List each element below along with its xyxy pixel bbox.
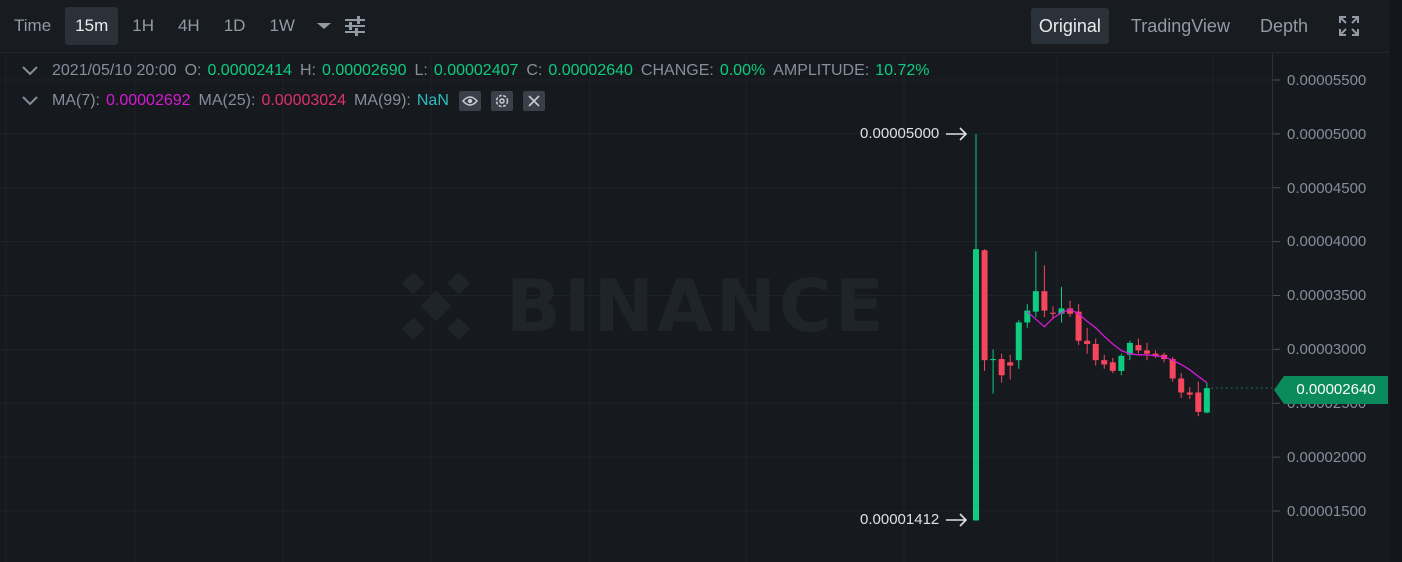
candle-body [1015, 322, 1022, 361]
candle-body [1169, 359, 1176, 379]
legend-low-value: 0.00002407 [433, 62, 519, 79]
ma7-value: 0.00002692 [106, 92, 191, 109]
scrollbar-track[interactable] [1390, 0, 1402, 562]
close-icon[interactable] [522, 91, 545, 111]
interval-1w[interactable]: 1W [259, 7, 305, 45]
price-axis-label: 0.00002000 [1287, 449, 1367, 466]
candle-body [1203, 388, 1210, 413]
price-axis-label: 0.00004500 [1287, 180, 1367, 197]
watermark-text: BINANCE [506, 264, 887, 348]
fullscreen-icon[interactable] [1338, 15, 1360, 37]
candle-body [1186, 392, 1193, 395]
price-axis-label: 0.00003000 [1287, 341, 1367, 358]
candle-body [1101, 360, 1108, 365]
candle-body [981, 250, 988, 361]
legend-high-label: H: [299, 62, 316, 79]
low-extreme-label: 0.00001412 [860, 511, 940, 528]
legend-change-value: 0.00% [719, 62, 766, 79]
ma25-value: 0.00003024 [261, 92, 346, 109]
candle-body [1084, 340, 1091, 344]
legend-low-label: L: [414, 62, 428, 79]
price-axis-label: 0.00005500 [1287, 72, 1367, 89]
binance-watermark: BINANCE [388, 258, 887, 354]
legend-close-value: 0.00002640 [548, 62, 633, 79]
price-axis-label: 0.00005000 [1287, 126, 1367, 143]
high-extreme-marker: 0.00005000 [860, 125, 969, 142]
interval-1h[interactable]: 1H [122, 7, 164, 45]
price-axis-label: 0.00001500 [1287, 503, 1367, 520]
legend-open-label: O: [184, 62, 202, 79]
interval-1d[interactable]: 1D [214, 7, 256, 45]
ma7-line [1026, 308, 1208, 384]
current-price-tag: 0.00002640 [1284, 376, 1388, 404]
view-switcher: Original TradingView Depth [1017, 7, 1390, 45]
price-axis-label: 0.00003500 [1287, 287, 1367, 304]
candle-body [973, 249, 979, 521]
candle-body [1092, 343, 1099, 361]
legend-change-label: CHANGE: [640, 62, 714, 79]
settings-gear-icon[interactable] [490, 91, 513, 111]
chart-toolbar: Time 15m 1H 4H 1D 1W Original TradingVie… [0, 0, 1390, 53]
legend-amplitude-value: 10.72% [875, 62, 930, 79]
legend-high-value: 0.00002690 [321, 62, 407, 79]
interval-15m[interactable]: 15m [65, 7, 119, 45]
view-depth[interactable]: Depth [1252, 8, 1316, 44]
view-original[interactable]: Original [1030, 8, 1109, 44]
current-price-tag-arrow [1274, 376, 1284, 404]
eye-icon[interactable] [458, 91, 481, 111]
collapse-ma-chevron-icon[interactable] [22, 93, 38, 109]
arrow-right-icon [946, 126, 968, 141]
candle-body [1032, 291, 1039, 312]
price-axis-label: 0.00004000 [1287, 233, 1367, 250]
high-extreme-label: 0.00005000 [860, 125, 940, 142]
candle-body [990, 359, 997, 361]
arrow-right-icon [946, 512, 968, 527]
candle-body [1041, 291, 1048, 311]
ohlc-legend: 2021/05/10 20:00 O: 0.00002414 H: 0.0000… [22, 62, 929, 80]
candle-body [1118, 355, 1125, 371]
binance-logo-icon [402, 272, 470, 340]
low-extreme-marker: 0.00001412 [860, 511, 969, 528]
legend-open-value: 0.00002414 [207, 62, 292, 79]
legend-close-label: C: [526, 62, 543, 79]
ma99-value: NaN [416, 92, 449, 109]
candle-body [1144, 350, 1150, 354]
candle-body [1135, 345, 1142, 351]
ma-legend: MA(7): 0.00002692 MA(25): 0.00003024 MA(… [22, 91, 545, 111]
interval-time[interactable]: Time [4, 7, 61, 45]
candle-body [998, 359, 1005, 376]
collapse-legend-chevron-icon[interactable] [22, 63, 38, 79]
candle-body [1195, 392, 1202, 412]
chart-settings-sliders-icon[interactable] [343, 15, 367, 37]
view-tradingview[interactable]: TradingView [1123, 8, 1238, 44]
ma25-label: MA(25): [198, 92, 256, 109]
legend-date: 2021/05/10 20:00 [52, 62, 177, 79]
ma7-label: MA(7): [52, 92, 100, 109]
ma99-label: MA(99): [353, 92, 411, 109]
legend-amplitude-label: AMPLITUDE: [773, 62, 870, 79]
candle-body [1178, 378, 1185, 393]
candle-body [1007, 362, 1014, 366]
candle-body [1049, 312, 1056, 314]
interval-4h[interactable]: 4H [168, 7, 210, 45]
candle-body [1109, 362, 1116, 371]
more-intervals-caret-icon[interactable] [315, 20, 333, 32]
